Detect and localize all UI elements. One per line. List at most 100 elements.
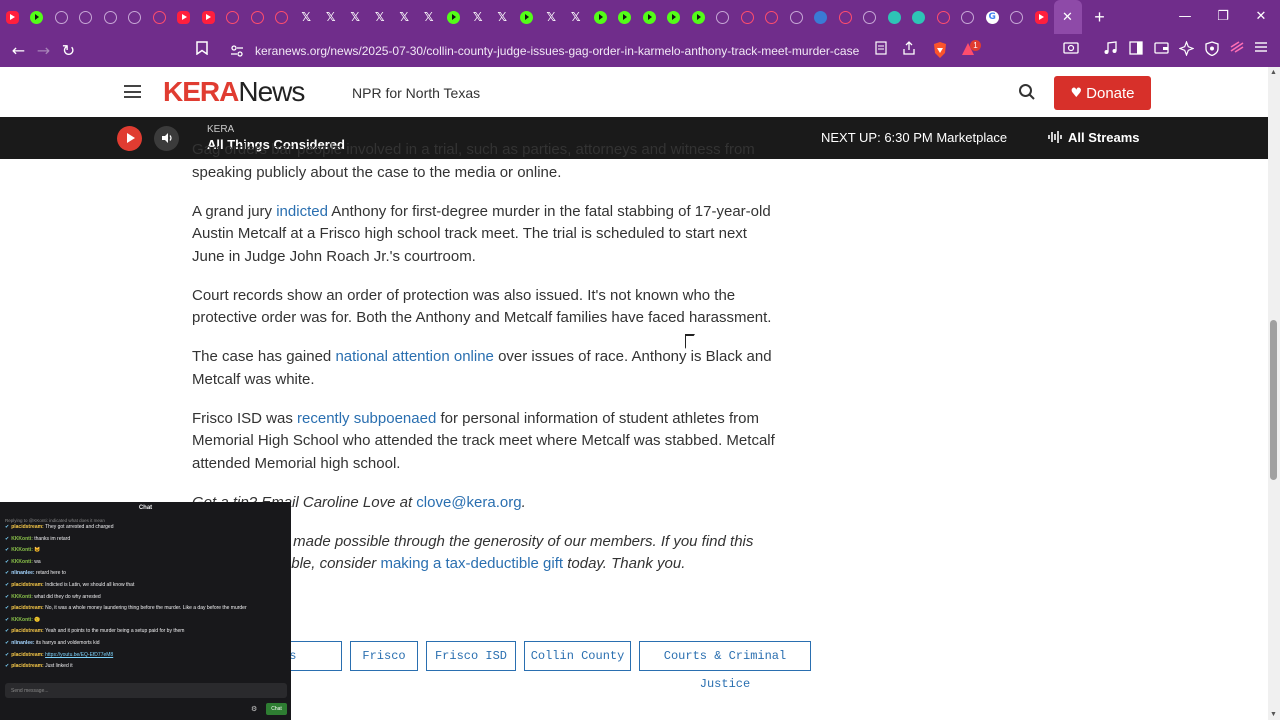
menu-icon[interactable] xyxy=(1254,41,1268,57)
browser-tab[interactable] xyxy=(245,0,270,34)
browser-tab[interactable]: 𝕏 xyxy=(319,0,344,34)
chat-username[interactable]: KKKonti: xyxy=(11,536,34,542)
browser-tab[interactable]: 𝕏 xyxy=(392,0,417,34)
close-window-button[interactable]: ✕ xyxy=(1242,0,1280,34)
donation-gift-link[interactable]: making a tax-deductible gift xyxy=(380,555,563,572)
reload-button[interactable]: ↻ xyxy=(56,41,81,60)
chat-username[interactable]: placidstream: xyxy=(11,524,45,530)
browser-tab[interactable] xyxy=(956,0,981,34)
browser-tab[interactable]: 𝕏 xyxy=(466,0,491,34)
all-streams-button[interactable]: All Streams xyxy=(1047,130,1140,147)
chat-username[interactable]: placidstream: xyxy=(11,652,45,658)
url-field[interactable]: keranews.org/news/2025-07-30/collin-coun… xyxy=(222,37,986,64)
tag-collin-county[interactable]: Collin County xyxy=(524,641,631,671)
sidebar-icon[interactable] xyxy=(1129,41,1143,59)
tag-courts-criminal-justice[interactable]: Courts & Criminal Justice xyxy=(639,641,811,691)
chat-username[interactable]: KKKonti: xyxy=(11,559,34,565)
minimize-button[interactable]: — xyxy=(1166,0,1204,34)
browser-tab[interactable] xyxy=(1005,0,1030,34)
browser-tab[interactable]: G xyxy=(980,0,1005,34)
volume-button[interactable] xyxy=(154,126,179,151)
browser-tab[interactable]: 𝕏 xyxy=(490,0,515,34)
browser-tab[interactable]: 𝕏 xyxy=(564,0,589,34)
browser-tab[interactable] xyxy=(172,0,197,34)
scrollbar-thumb[interactable] xyxy=(1270,320,1277,480)
leo-ai-icon[interactable] xyxy=(1178,40,1195,60)
browser-tab[interactable] xyxy=(662,0,687,34)
site-settings-icon[interactable] xyxy=(230,44,244,62)
browser-tab[interactable] xyxy=(441,0,466,34)
browser-tab[interactable] xyxy=(515,0,540,34)
vpn-icon[interactable] xyxy=(1205,41,1219,60)
browser-tab[interactable] xyxy=(686,0,711,34)
browser-tab[interactable] xyxy=(809,0,834,34)
browser-tab[interactable] xyxy=(0,0,25,34)
browser-tab[interactable] xyxy=(196,0,221,34)
back-button[interactable]: ← xyxy=(6,41,31,60)
screenshot-icon[interactable] xyxy=(1063,41,1079,59)
browser-tab[interactable] xyxy=(760,0,785,34)
chat-send-button[interactable]: Chat xyxy=(266,703,287,715)
email-link[interactable]: clove@kera.org xyxy=(416,494,521,511)
browser-tab[interactable] xyxy=(123,0,148,34)
media-icon[interactable] xyxy=(1103,41,1117,59)
hamburger-menu-icon[interactable] xyxy=(124,85,141,98)
brave-shield-icon[interactable] xyxy=(932,41,948,63)
chat-username[interactable]: nlinanlee: xyxy=(11,570,36,576)
browser-tab[interactable] xyxy=(49,0,74,34)
browser-tab[interactable] xyxy=(98,0,123,34)
restore-button[interactable]: ❐ xyxy=(1204,0,1242,34)
chat-username[interactable]: KKKonti: xyxy=(11,594,34,600)
browser-tab[interactable]: 𝕏 xyxy=(368,0,393,34)
chat-message-input[interactable]: Send message... xyxy=(5,683,287,698)
kera-news-logo[interactable]: KERANews xyxy=(163,76,305,108)
browser-tab[interactable] xyxy=(735,0,760,34)
search-icon[interactable] xyxy=(1018,83,1036,101)
browser-tab[interactable] xyxy=(711,0,736,34)
chat-username[interactable]: KKKonti: xyxy=(11,547,34,553)
browser-tab[interactable]: 𝕏 xyxy=(539,0,564,34)
chat-username[interactable]: placidstream: xyxy=(11,628,45,634)
scroll-up-icon[interactable]: ▲ xyxy=(1270,69,1277,76)
forward-button[interactable]: → xyxy=(31,41,56,60)
browser-tab[interactable] xyxy=(907,0,932,34)
chat-username[interactable]: nlinanlee: xyxy=(11,640,36,646)
scroll-down-icon[interactable]: ▼ xyxy=(1270,711,1277,718)
browser-tab[interactable] xyxy=(147,0,172,34)
bookmark-icon[interactable] xyxy=(196,41,208,58)
browser-tab[interactable]: 𝕏 xyxy=(343,0,368,34)
browser-tab[interactable] xyxy=(221,0,246,34)
close-tab-icon[interactable]: ✕ xyxy=(1061,11,1074,24)
donate-button[interactable]: ♥ Donate xyxy=(1054,76,1151,110)
browser-tab[interactable] xyxy=(637,0,662,34)
chat-username[interactable]: KKKonti: xyxy=(11,617,34,623)
browser-tab[interactable]: 𝕏 xyxy=(417,0,442,34)
browser-tab[interactable]: 𝕏 xyxy=(294,0,319,34)
extension-icon[interactable] xyxy=(1230,41,1244,57)
wallet-icon[interactable] xyxy=(1154,41,1169,59)
browser-tab[interactable] xyxy=(833,0,858,34)
browser-tab[interactable] xyxy=(270,0,295,34)
browser-tab[interactable] xyxy=(931,0,956,34)
subpoenaed-link[interactable]: recently subpoenaed xyxy=(297,410,436,427)
browser-tab[interactable] xyxy=(1029,0,1054,34)
reader-mode-icon[interactable] xyxy=(875,41,887,59)
share-icon[interactable] xyxy=(902,41,916,59)
chat-message-text[interactable]: https://youtu.be/EQ-EfD77eM8 xyxy=(45,652,113,658)
play-button[interactable] xyxy=(117,126,142,151)
browser-tab[interactable] xyxy=(588,0,613,34)
page-scrollbar[interactable]: ▲ ▼ xyxy=(1268,67,1280,720)
browser-tab[interactable] xyxy=(784,0,809,34)
browser-tab[interactable] xyxy=(882,0,907,34)
new-tab-button[interactable]: + xyxy=(1086,7,1114,28)
indicted-link[interactable]: indicted xyxy=(276,203,328,220)
chat-username[interactable]: placidstream: xyxy=(11,582,45,588)
tag-frisco-isd[interactable]: Frisco ISD xyxy=(426,641,516,671)
browser-tab[interactable] xyxy=(858,0,883,34)
browser-tab[interactable] xyxy=(74,0,99,34)
tag-frisco[interactable]: Frisco xyxy=(350,641,418,671)
browser-tab[interactable]: ✕ xyxy=(1053,0,1082,34)
national-attention-link[interactable]: national attention online xyxy=(335,348,493,365)
browser-tab[interactable] xyxy=(613,0,638,34)
chat-username[interactable]: placidstream: xyxy=(11,663,45,669)
